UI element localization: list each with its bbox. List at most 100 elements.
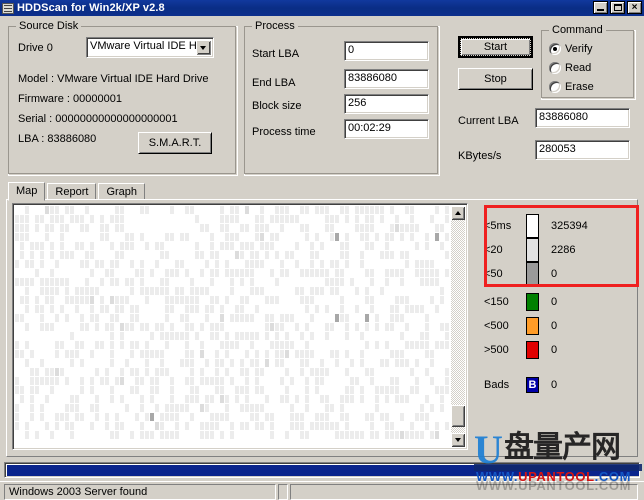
map-cell [70,269,74,277]
map-cell [145,323,149,331]
map-cell [170,413,174,421]
map-cell [35,215,39,223]
map-cell [445,386,449,394]
map-cell [90,224,94,232]
kbytes-label: KBytes/s [458,150,502,162]
map-cell [435,260,439,268]
map-cell [175,368,179,376]
map-cell [105,233,109,241]
map-cell [320,296,324,304]
map-cell [360,377,364,385]
map-cell [435,296,439,304]
map-cell [360,350,364,358]
map-cell [190,215,194,223]
map-cell [180,404,184,412]
map-cell [445,305,449,313]
map-cell [280,314,284,322]
map-cell [215,332,219,340]
surface-map[interactable] [12,203,468,450]
scrollbar-thumb[interactable] [451,405,465,427]
map-cell [65,260,69,268]
map-cell [440,224,444,232]
map-cell [440,332,444,340]
block-size-input[interactable]: 256 [344,94,429,114]
map-cell [265,341,269,349]
map-cell [220,215,224,223]
map-cell [150,359,154,367]
map-cell [310,350,314,358]
map-cell [370,206,374,214]
map-cell [165,404,169,412]
map-cell [115,350,119,358]
map-cell [45,404,49,412]
map-cell [135,278,139,286]
tab-graph[interactable]: Graph [98,183,146,200]
map-cell [115,395,119,403]
title-bar[interactable]: HDDScan for Win2k/XP v2.8 × [0,0,644,16]
map-cell [395,377,399,385]
map-cell [90,215,94,223]
scroll-up-arrow-icon[interactable] [451,206,465,220]
bads-label: Bads [484,379,510,391]
start-lba-input[interactable]: 0 [344,41,429,61]
map-cell [345,314,349,322]
map-cell [240,377,244,385]
map-cell [245,296,249,304]
map-scrollbar[interactable] [451,206,465,447]
current-lba-input[interactable]: 83886080 [535,108,630,128]
map-cell [370,377,374,385]
end-lba-input[interactable]: 83886080 [344,69,429,89]
map-cell [75,395,79,403]
map-cell [145,233,149,241]
map-cell [95,359,99,367]
close-button[interactable]: × [627,1,642,14]
map-cell [325,386,329,394]
map-cell [415,413,419,421]
process-time-input[interactable]: 00:02:29 [344,119,429,139]
map-cell [30,332,34,340]
map-cell [220,386,224,394]
map-cell [430,287,434,295]
scroll-down-arrow-icon[interactable] [451,433,465,447]
tab-report[interactable]: Report [47,183,97,200]
map-cell [400,323,404,331]
map-cell [410,368,414,376]
radio-read[interactable]: Read [549,62,591,74]
map-cell [290,278,294,286]
map-cell [225,278,229,286]
drive-select[interactable]: VMware Virtual IDE H [86,37,214,58]
drive-label: Drive 0 [18,42,53,54]
map-cell [115,359,119,367]
smart-button[interactable]: S.M.A.R.T. [138,132,212,154]
map-cell [355,305,359,313]
map-cell [220,278,224,286]
map-cell [215,341,219,349]
chevron-down-icon[interactable] [196,40,211,55]
surface-map-canvas[interactable] [15,206,453,447]
radio-verify[interactable]: Verify [549,43,593,55]
map-cell [230,305,234,313]
map-cell [30,413,34,421]
map-cell [20,422,24,430]
map-cell [245,431,249,439]
map-cell [125,233,129,241]
minimize-button[interactable] [593,1,608,14]
tab-map[interactable]: Map [8,182,46,201]
radio-erase[interactable]: Erase [549,81,594,93]
map-cell [25,422,29,430]
maximize-button[interactable] [610,1,625,14]
stop-button[interactable]: Stop [458,68,533,90]
map-cell [260,278,264,286]
map-cell [270,242,274,250]
map-cell [305,332,309,340]
map-cell [445,206,449,214]
map-cell [385,404,389,412]
map-cell [345,215,349,223]
kbytes-input[interactable]: 280053 [535,140,630,160]
map-cell [220,368,224,376]
map-cell [45,413,49,421]
map-cell [270,251,274,259]
map-cell [115,224,119,232]
map-cell [430,224,434,232]
start-button[interactable]: Start [458,36,533,58]
